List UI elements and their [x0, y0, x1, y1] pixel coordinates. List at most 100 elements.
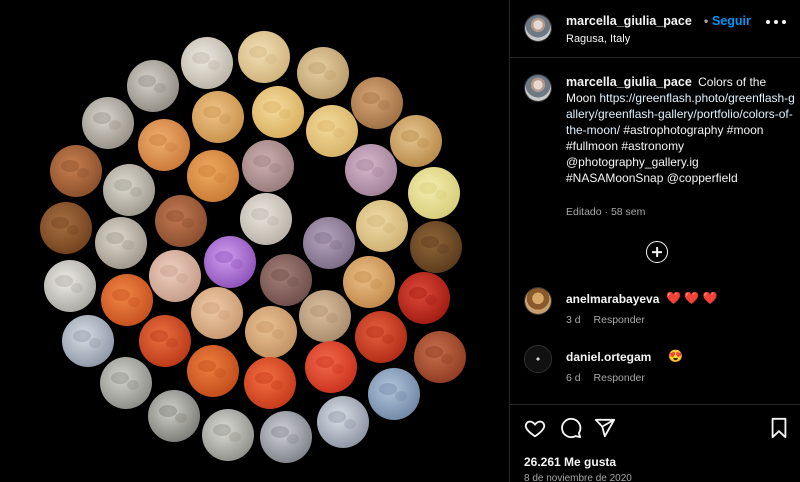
moon-mosaic — [0, 0, 509, 482]
moon-mare — [192, 52, 210, 64]
moon-disc — [260, 254, 312, 306]
moon-mare — [214, 368, 226, 378]
moon-disc — [317, 396, 369, 448]
moon-mare — [425, 295, 437, 305]
moon-mare — [314, 232, 332, 244]
plus-circle-icon[interactable] — [646, 241, 668, 263]
post-location[interactable]: Ragusa, Italy — [566, 33, 630, 45]
moon-mare — [326, 313, 338, 323]
moon-disc — [410, 221, 462, 273]
moon-disc — [390, 115, 442, 167]
moon-mare — [218, 310, 230, 320]
moon-mare — [382, 334, 394, 344]
moon-mare — [287, 434, 299, 444]
caption-meta: Editado · 58 sem — [566, 206, 646, 218]
author-username[interactable]: marcella_giulia_pace — [566, 14, 692, 28]
comment-username[interactable]: anelmarabayeva — [566, 292, 659, 306]
moon-mare — [128, 297, 140, 307]
moon-disc — [238, 31, 290, 83]
comment-text: 😍 — [668, 349, 683, 363]
moon-mare — [249, 46, 267, 58]
moon-disc — [356, 200, 408, 252]
heart-icon[interactable] — [524, 417, 546, 439]
post-header: marcella_giulia_pace • Seguir Ragusa, It… — [510, 0, 800, 58]
comment-icon[interactable] — [560, 417, 582, 439]
moon-disc — [343, 256, 395, 308]
comment-meta: 3 d Responder — [566, 314, 655, 326]
moon-mare — [383, 223, 395, 233]
commenter-avatar[interactable] — [524, 287, 552, 315]
moon-mare — [154, 83, 166, 93]
moon-disc — [127, 60, 179, 112]
moon-mare — [271, 269, 289, 281]
moon-mare — [316, 356, 334, 368]
moon-disc — [245, 306, 297, 358]
moon-mare — [425, 346, 443, 358]
moon-mare — [417, 138, 429, 148]
commenter-avatar[interactable] — [524, 345, 552, 373]
moon-mare — [165, 142, 177, 152]
moon-mare — [71, 283, 83, 293]
comment-item: daniel.ortegam 😍 6 d Responder — [524, 345, 794, 393]
moon-disc — [149, 250, 201, 302]
moon-mare — [269, 163, 281, 173]
moon-disc — [82, 97, 134, 149]
more-options-icon[interactable] — [766, 20, 786, 26]
moon-mare — [330, 240, 342, 250]
moon-mare — [93, 112, 111, 124]
moon-mare — [219, 114, 231, 124]
moon-mare — [166, 210, 184, 222]
separator-dot: • — [704, 14, 709, 28]
moon-mare — [203, 106, 221, 118]
caption-text: marcella_giulia_pace Colors of the Moon … — [566, 74, 796, 186]
moon-mare — [138, 75, 156, 87]
moon-disc — [303, 217, 355, 269]
moon-disc — [408, 167, 460, 219]
moon-mare — [441, 354, 453, 364]
moon-mare — [67, 225, 79, 235]
caption-avatar[interactable] — [524, 74, 552, 102]
moon-mare — [333, 128, 345, 138]
moon-mare — [395, 391, 407, 401]
moon-disc — [299, 290, 351, 342]
bookmark-icon[interactable] — [769, 417, 789, 439]
share-icon[interactable] — [594, 417, 616, 439]
reply-button[interactable]: Responder — [594, 372, 645, 384]
moon-mare — [366, 326, 384, 338]
moon-disc — [414, 331, 466, 383]
moon-disc — [240, 193, 292, 245]
reply-button[interactable]: Responder — [594, 314, 645, 326]
moon-mare — [61, 160, 79, 172]
moon-mare — [263, 101, 281, 113]
moon-disc — [155, 195, 207, 247]
moon-mare — [208, 60, 220, 70]
moon-mare — [89, 338, 101, 348]
post-sidebar: marcella_giulia_pace • Seguir Ragusa, It… — [509, 0, 800, 482]
moon-disc — [351, 77, 403, 129]
caption-username[interactable]: marcella_giulia_pace — [566, 75, 692, 89]
moon-mare — [401, 130, 419, 142]
comment-username[interactable]: daniel.ortegam — [566, 350, 651, 364]
moon-mare — [435, 190, 447, 200]
moon-mare — [372, 167, 384, 177]
moon-disc — [187, 345, 239, 397]
likes-count[interactable]: 26.261 Me gusta — [524, 455, 616, 469]
moon-disc — [244, 357, 296, 409]
moon-mare — [308, 62, 326, 74]
moon-disc — [345, 144, 397, 196]
author-avatar[interactable] — [524, 14, 552, 42]
moon-disc — [355, 311, 407, 363]
moon-mare — [310, 305, 328, 317]
moon-mare — [166, 338, 178, 348]
follow-button[interactable]: Seguir — [712, 14, 751, 28]
moon-disc — [101, 274, 153, 326]
moon-mare — [198, 165, 216, 177]
moon-mare — [149, 134, 167, 146]
moon-mare — [253, 155, 271, 167]
moon-mare — [267, 216, 279, 226]
moon-disc — [103, 164, 155, 216]
moon-mare — [159, 405, 177, 417]
moon-mare — [379, 383, 397, 395]
post-image[interactable] — [0, 0, 509, 482]
moon-mare — [378, 100, 390, 110]
